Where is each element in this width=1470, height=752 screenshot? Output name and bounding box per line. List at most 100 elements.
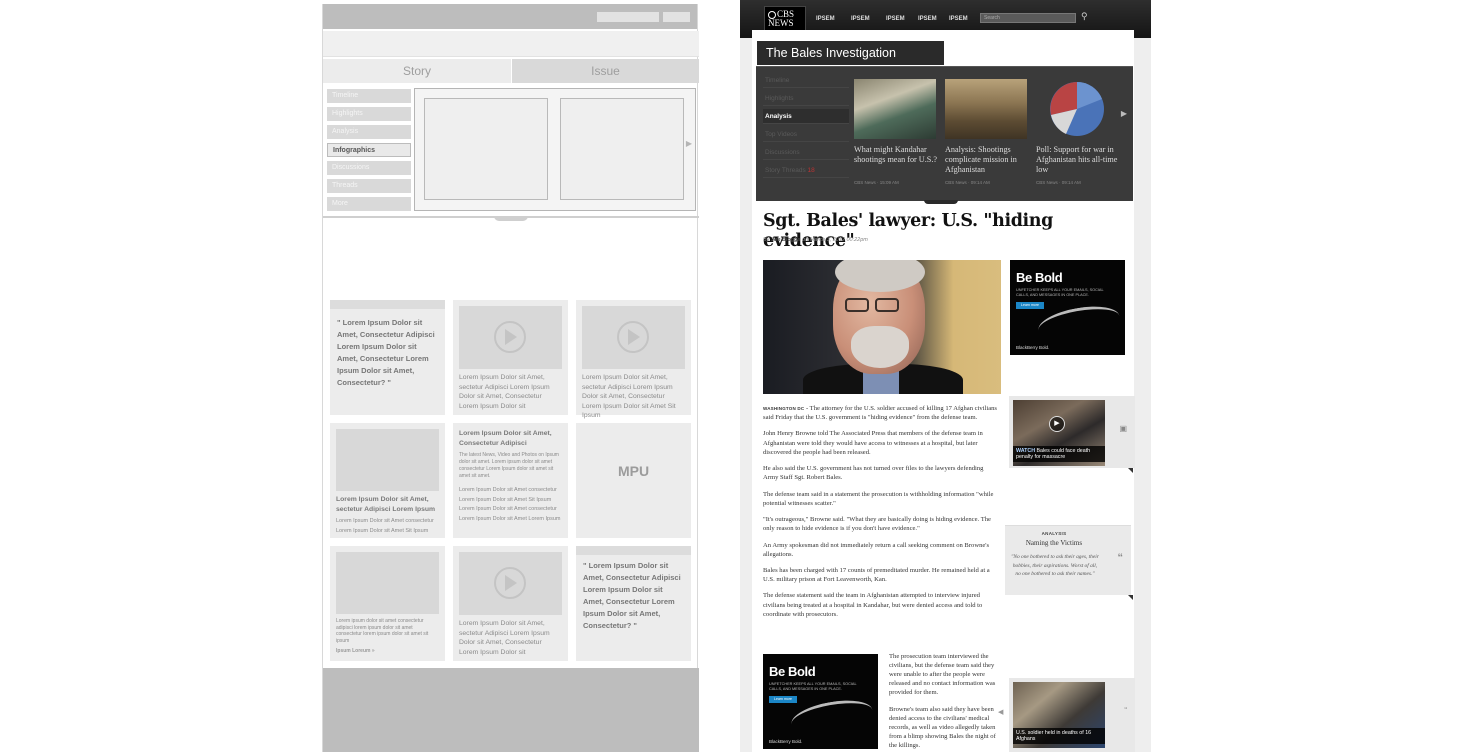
nav-item[interactable]: IPSEM	[851, 16, 870, 22]
wf-carousel-item[interactable]	[424, 98, 548, 200]
article-paragraph: Browne's team also said they have been d…	[889, 705, 996, 750]
article-paragraph: An Army spokesman did not immediately re…	[763, 541, 990, 558]
nav-item[interactable]: IPSEM	[886, 16, 905, 22]
wf-panel-toggle[interactable]	[494, 216, 528, 221]
search-icon[interactable]: ⚲	[1081, 11, 1088, 22]
chevron-right-icon[interactable]: ▶	[1121, 109, 1127, 118]
wf-video-card[interactable]: Lorem Ipsum Dolor sit Amet, sectetur Adi…	[453, 546, 568, 661]
story-thumb[interactable]	[945, 79, 1027, 139]
chevron-right-icon[interactable]: ▶	[686, 139, 692, 148]
ad-learn-more-button[interactable]: Learn more	[769, 696, 797, 703]
wf-mpu-ad[interactable]: MPU	[576, 423, 691, 538]
article-paragraph: John Henry Browne told The Associated Pr…	[763, 430, 983, 456]
blackberry-ad-inline[interactable]: Be Bold UNFETCHER KEEPS ALL YOUR EMAILS,…	[763, 654, 878, 749]
phone-image	[789, 695, 875, 739]
wf-image-card[interactable]: Lorem ipsum dolor sit amet consectetur a…	[330, 546, 445, 661]
article-hero-photo	[763, 260, 1001, 394]
article-paragraph: The defense statement said the team in A…	[763, 592, 983, 618]
wf-carousel-item[interactable]	[560, 98, 684, 200]
wf-video-thumb[interactable]	[459, 306, 562, 369]
story-nav-highlights[interactable]: Highlights	[763, 91, 849, 106]
ad-brand: BlackBerry Bold.	[1016, 345, 1050, 350]
side-video-card[interactable]: ▶ WATCH Bales could face death penalty f…	[1009, 396, 1135, 468]
blackberry-ad[interactable]: Be Bold UNFETCHER KEEPS ALL YOUR EMAILS,…	[1010, 260, 1125, 355]
story-nav-analysis[interactable]: Analysis	[763, 109, 849, 124]
nav-item[interactable]: IPSEM	[918, 16, 937, 22]
wf-carousel: ▶	[414, 88, 696, 211]
chevron-left-icon[interactable]: ◀	[998, 708, 1003, 716]
wf-video-thumb[interactable]	[459, 552, 562, 615]
wf-nav-highlights[interactable]: Highlights	[327, 107, 411, 121]
article-page: The Bales Investigation Timeline Highlig…	[752, 30, 1135, 752]
wf-video-card[interactable]: Lorem Ipsum Dolor sit Amet, sectetur Adi…	[576, 300, 691, 419]
wf-video-thumb[interactable]	[582, 306, 685, 369]
poll-pie-thumb[interactable]	[1036, 79, 1118, 139]
article-paragraph: "It's outrageous," Browne said. "What th…	[763, 516, 991, 533]
wf-image-card[interactable]: Lorem Ipsum Dolor sit Amet, sectetur Adi…	[330, 423, 445, 538]
wf-image-title: Lorem Ipsum Dolor sit Amet, sectetur Adi…	[336, 496, 436, 513]
wf-nav-discussions[interactable]: Discussions	[327, 161, 411, 175]
thread-count-badge: 18	[807, 167, 815, 174]
story-thumb-caption[interactable]: Analysis: Shootings complicate mission i…	[945, 145, 1029, 175]
analysis-card[interactable]: ANALYSIS Naming the Victims "No one both…	[1005, 525, 1131, 595]
quote-icon: “	[1117, 552, 1124, 564]
story-thumb-meta: CBS News · 09:14 AM	[1036, 180, 1081, 185]
story-nav-discussions[interactable]: Discussions	[763, 145, 849, 160]
wf-quote-text: " Lorem Ipsum Dolor sit Amet, Consectetu…	[583, 561, 681, 630]
author-link[interactable]: Joe Bloggs	[771, 237, 801, 243]
story-thumb-caption[interactable]: What might Kandahar shootings mean for U…	[854, 145, 938, 165]
wf-top-bar	[323, 4, 697, 29]
story-nav-timeline[interactable]: Timeline	[763, 73, 849, 88]
wf-quote-card[interactable]: " Lorem Ipsum Dolor sit Amet, Consectetu…	[330, 300, 445, 415]
nav-item[interactable]: IPSEM	[816, 16, 835, 22]
wf-article-list: Lorem Ipsum Dolor sit Amet consectetur L…	[459, 487, 561, 522]
wf-top-link-2[interactable]	[663, 12, 690, 22]
ad-learn-more-button[interactable]: Learn more	[1016, 302, 1044, 309]
fold-corner	[1128, 595, 1133, 600]
quote-icon: “	[1124, 706, 1127, 715]
camera-icon: ▣	[1119, 424, 1127, 433]
wf-story-panel: Timeline Highlights Analysis Infographic…	[323, 86, 699, 218]
design-mockup: CBS NEWS IPSEM IPSEM IPSEM IPSEM IPSEM S…	[740, 0, 1151, 752]
side-photo-card[interactable]: U.S. soldier held in deaths of 16 Afghan…	[1009, 678, 1135, 752]
wf-nav-more[interactable]: More	[327, 197, 411, 211]
search-input[interactable]: Search	[980, 13, 1076, 23]
wf-article-card[interactable]: Lorem Ipsum Dolor sit Amet, Consectetur …	[453, 423, 568, 538]
story-thumb-caption[interactable]: Poll: Support for war in Afghanistan hit…	[1036, 145, 1120, 175]
story-nav-threads[interactable]: Story Threads 18	[763, 163, 849, 178]
wf-nav-timeline[interactable]: Timeline	[327, 89, 411, 103]
article-paragraph: He also said the U.S. government has not…	[763, 465, 984, 482]
article-paragraph: The prosecution team interviewed the civ…	[889, 653, 996, 697]
wf-top-link-1[interactable]	[597, 12, 659, 22]
nav-item[interactable]: IPSEM	[949, 16, 968, 22]
wf-image-text: Lorem Ipsum Dolor sit Amet consectetur L…	[336, 518, 434, 534]
wf-tab-issue[interactable]: Issue	[512, 59, 699, 83]
story-panel: Timeline Highlights Analysis Top Videos …	[756, 66, 1133, 201]
pie-chart-icon	[1050, 82, 1104, 136]
phone-image	[1036, 301, 1122, 345]
article-body-continued: The prosecution team interviewed the civ…	[889, 652, 1001, 752]
panel-toggle[interactable]	[924, 200, 958, 204]
ad-brand: BlackBerry Bold.	[769, 739, 803, 744]
wf-quote-card[interactable]: " Lorem Ipsum Dolor sit Amet, Consectetu…	[576, 546, 691, 661]
wf-image-text: Lorem ipsum dolor sit amet consectetur a…	[336, 618, 429, 644]
story-banner-title: The Bales Investigation	[757, 41, 944, 65]
article-body: WASHINGTON DC - The attorney for the U.S…	[763, 405, 997, 618]
photo-caption: U.S. soldier held in deaths of 16 Afghan…	[1013, 728, 1105, 744]
story-thumb[interactable]	[854, 79, 936, 139]
wf-tab-story[interactable]: Story	[323, 59, 511, 83]
ad-title: Be Bold	[1016, 270, 1063, 285]
play-icon[interactable]: ▶	[1049, 416, 1065, 432]
wf-nav-threads[interactable]: Threads	[327, 179, 411, 193]
story-nav-top-videos[interactable]: Top Videos	[763, 127, 849, 142]
article-paragraph: Bales has been charged with 17 counts of…	[763, 567, 990, 584]
analysis-kicker: ANALYSIS	[1041, 531, 1067, 536]
wf-article-title: Lorem Ipsum Dolor sit Amet, Consectetur …	[459, 430, 552, 447]
wf-tabs: Story Issue	[323, 59, 699, 83]
wf-masthead	[323, 31, 699, 57]
wf-video-card[interactable]: Lorem Ipsum Dolor sit Amet, sectetur Adi…	[453, 300, 568, 415]
story-thumb-meta: CBS News · 09:14 AM	[945, 180, 990, 185]
wf-nav-analysis[interactable]: Analysis	[327, 125, 411, 139]
wf-nav-infographics[interactable]: Infographics	[327, 143, 411, 157]
wf-more-link[interactable]: Ipsum Loreum »	[330, 648, 445, 654]
